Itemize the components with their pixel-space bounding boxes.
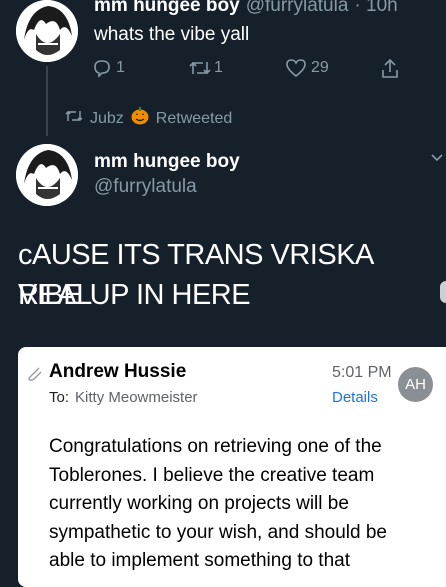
email-body-line: Toblerones. I believe the creative team: [49, 464, 375, 486]
tweet-body-line: VIBE UP IN HERE: [18, 279, 251, 311]
details-link[interactable]: Details: [332, 389, 378, 406]
user-handle[interactable]: @furrylatula: [94, 176, 197, 198]
retweeted-label: Retweeted: [155, 109, 233, 127]
email-sender: Andrew Hussie: [49, 361, 187, 382]
email-body-line: able to implement something to that: [49, 550, 351, 571]
share-button[interactable]: [380, 58, 400, 80]
thread-line: [46, 66, 48, 136]
retweet-count: 1: [214, 59, 223, 76]
email-recipient: To: Kitty Meowmeister: [49, 389, 198, 406]
like-count: 29: [311, 59, 329, 76]
email-body-line: Congratulations on retrieving one of the: [49, 436, 382, 457]
recipient-name: Kitty Meowmeister: [75, 389, 198, 406]
email-body: Congratulations on retrieving one of the…: [49, 433, 387, 576]
chevron-down-icon[interactable]: [430, 150, 444, 166]
share-icon: [380, 58, 400, 80]
retweet-banner: Jubz Retweeted: [64, 106, 232, 131]
reply-icon: [92, 58, 112, 78]
sender-avatar: AH: [398, 367, 433, 402]
retweet-icon: [188, 58, 212, 78]
paperclip-icon: [26, 365, 44, 388]
avatar[interactable]: [16, 0, 78, 62]
display-name[interactable]: mm hungee boy: [94, 0, 240, 17]
display-name[interactable]: mm hungee boy: [94, 151, 240, 173]
user-handle[interactable]: @furrylatula: [246, 0, 349, 17]
retweeter-name[interactable]: Jubz: [90, 110, 124, 128]
email-body-line: currently working on projects will be: [49, 493, 349, 514]
heart-icon: [285, 58, 307, 78]
to-label: To:: [49, 389, 70, 406]
scroll-handle[interactable]: [440, 281, 446, 303]
like-button[interactable]: 29: [285, 58, 329, 78]
reply-button[interactable]: 1: [92, 58, 125, 78]
tweet-header: mm hungee boy @furrylatula · 10h: [94, 0, 398, 17]
avatar[interactable]: [16, 144, 78, 206]
email-body-line: sympathetic to your wish, and should be: [49, 521, 387, 543]
tweet-time: · 10h: [354, 0, 398, 16]
email-screenshot[interactable]: Andrew Hussie 5:01 PM AH To: Kitty Meowm…: [18, 347, 446, 587]
retweet-small-icon: [64, 108, 84, 129]
tweet-text: whats the vibe yall: [94, 24, 250, 45]
retweet-button[interactable]: 1: [188, 58, 223, 78]
pumpkin-icon: [130, 106, 150, 131]
email-time: 5:01 PM: [332, 364, 392, 381]
reply-count: 1: [116, 59, 125, 76]
